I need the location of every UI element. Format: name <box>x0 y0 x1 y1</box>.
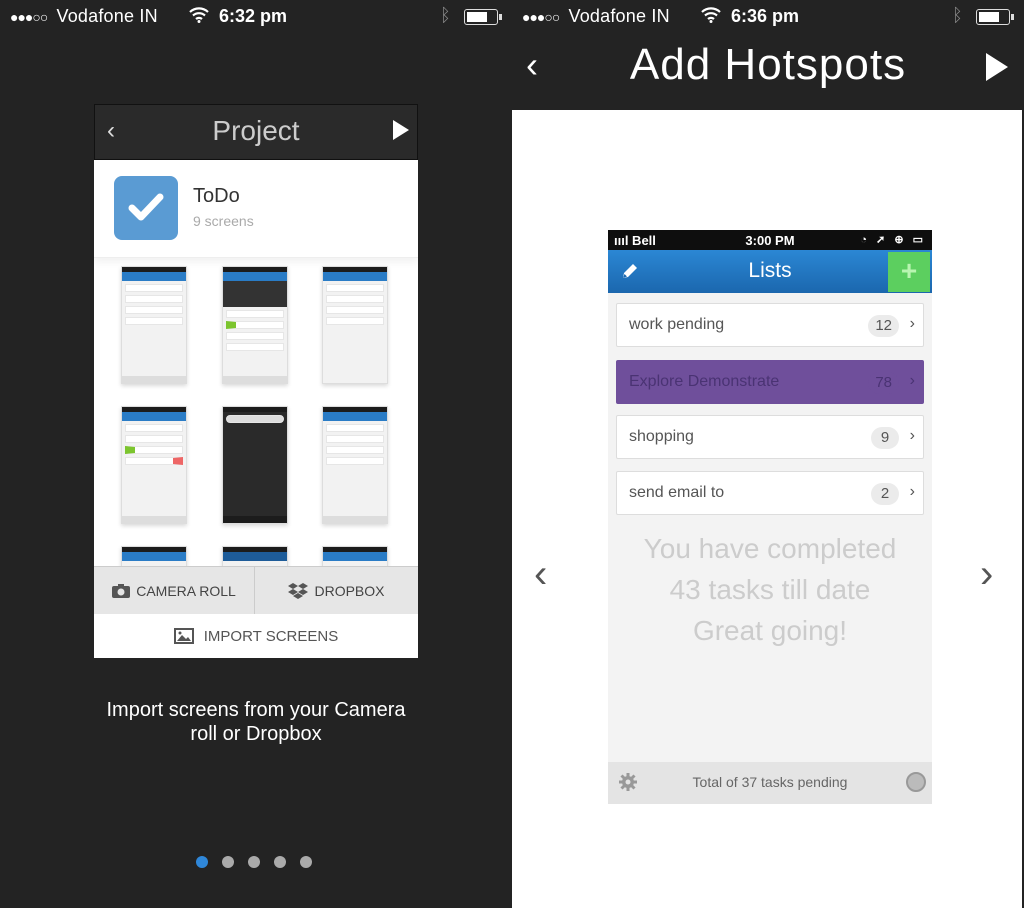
chevron-right-icon: › <box>909 315 915 332</box>
onboarding-caption: Import screens from your Camera roll or … <box>106 699 406 745</box>
status-time: 6:36 pm <box>731 6 800 26</box>
status-icons: ◔ ➚ ⊕ ▭ <box>860 234 926 246</box>
play-icon[interactable] <box>393 120 409 140</box>
preview-title: Lists <box>748 259 792 282</box>
camera-icon <box>112 584 131 598</box>
preview-footer: Total of 37 tasks pending <box>608 762 932 804</box>
bluetooth-icon: ᛒ <box>440 5 451 25</box>
screen-thumbnail[interactable] <box>322 406 388 524</box>
page-dot-active[interactable] <box>196 856 208 868</box>
import-screens-button[interactable]: IMPORT SCREENS <box>94 614 418 658</box>
list-item[interactable]: work pending 12 › <box>616 303 924 347</box>
list-item[interactable]: shopping 9 › <box>616 415 924 459</box>
dropbox-icon <box>288 583 309 599</box>
mock-title: Project <box>212 115 300 146</box>
chevron-right-icon: › <box>909 372 915 389</box>
left-screen: ●●●○○ Vodafone IN 6:32 pm ᛒ ‹ Project To… <box>0 0 512 908</box>
preview-status-bar: ıııl Bell 3:00 PM ◔ ➚ ⊕ ▭ <box>608 230 932 250</box>
signal-icon: ●●●○○ <box>10 9 48 25</box>
wifi-icon <box>189 7 209 23</box>
preview-nav-bar: Lists + <box>608 250 932 293</box>
dropbox-button[interactable]: DROPBOX <box>256 567 417 615</box>
check-circle-icon[interactable] <box>906 772 926 792</box>
project-mock: ‹ Project ToDo 9 screens CAMERA ROLL DRO… <box>94 104 418 658</box>
bluetooth-icon: ᛒ <box>952 5 963 25</box>
count-badge: 78 <box>868 372 899 394</box>
count-badge: 9 <box>871 427 899 449</box>
pending-total: Total of 37 tasks pending <box>692 774 848 790</box>
count-badge: 2 <box>871 483 899 505</box>
hotspot-canvas: ‹ › ıııl Bell 3:00 PM ◔ ➚ ⊕ ▭ Lists + wo… <box>512 110 1022 908</box>
page-dot[interactable] <box>300 856 312 868</box>
chevron-right-icon: › <box>909 483 915 500</box>
checkmark-app-icon <box>114 176 178 240</box>
project-card[interactable]: ToDo 9 screens <box>94 160 418 258</box>
image-icon <box>173 628 194 644</box>
list-item[interactable]: send email to 2 › <box>616 471 924 515</box>
right-screen: ●●●○○ Vodafone IN 6:36 pm ᛒ ‹ Add Hotspo… <box>512 0 1024 908</box>
chevron-right-icon: › <box>909 427 915 444</box>
screen-thumbnail[interactable] <box>222 406 288 524</box>
screen-thumbnail[interactable] <box>222 266 288 384</box>
project-screen-count: 9 screens <box>193 213 254 229</box>
previous-screen-button[interactable]: ‹ <box>534 552 547 597</box>
page-dot[interactable] <box>222 856 234 868</box>
next-screen-button[interactable]: › <box>980 552 993 597</box>
completion-message: You have completed 43 tasks till date Gr… <box>643 533 897 646</box>
battery-icon <box>976 9 1014 25</box>
wifi-icon <box>701 7 721 23</box>
screen-thumbnail[interactable] <box>121 406 187 524</box>
page-indicator <box>196 856 312 868</box>
page-title: Add Hotspots <box>629 40 907 89</box>
status-bar: ●●●○○ Vodafone IN 6:32 pm ᛒ <box>0 0 512 34</box>
status-bar: ●●●○○ Vodafone IN 6:36 pm ᛒ <box>512 0 1024 34</box>
header: ‹ Add Hotspots <box>512 34 1024 110</box>
mock-header: ‹ Project <box>94 104 418 160</box>
battery-icon <box>464 9 502 25</box>
screen-thumbnail[interactable] <box>322 266 388 384</box>
count-badge: 12 <box>868 315 899 337</box>
hotspot-list-item[interactable]: Explore Demonstrate 78 › <box>616 360 924 404</box>
carrier-name: Vodafone IN <box>56 6 158 26</box>
add-icon[interactable]: + <box>888 252 930 292</box>
carrier-name: Vodafone IN <box>568 6 670 26</box>
signal-icon: ●●●○○ <box>522 9 560 25</box>
camera-roll-button[interactable]: CAMERA ROLL <box>94 567 255 615</box>
project-name: ToDo <box>193 185 240 207</box>
page-dot[interactable] <box>274 856 286 868</box>
page-dot[interactable] <box>248 856 260 868</box>
import-source-bar: CAMERA ROLL DROPBOX <box>94 566 418 615</box>
screen-preview: ıııl Bell 3:00 PM ◔ ➚ ⊕ ▭ Lists + work p… <box>608 230 932 804</box>
play-button[interactable] <box>986 53 1008 81</box>
screen-thumbnail[interactable] <box>121 266 187 384</box>
status-time: 6:32 pm <box>219 6 288 26</box>
